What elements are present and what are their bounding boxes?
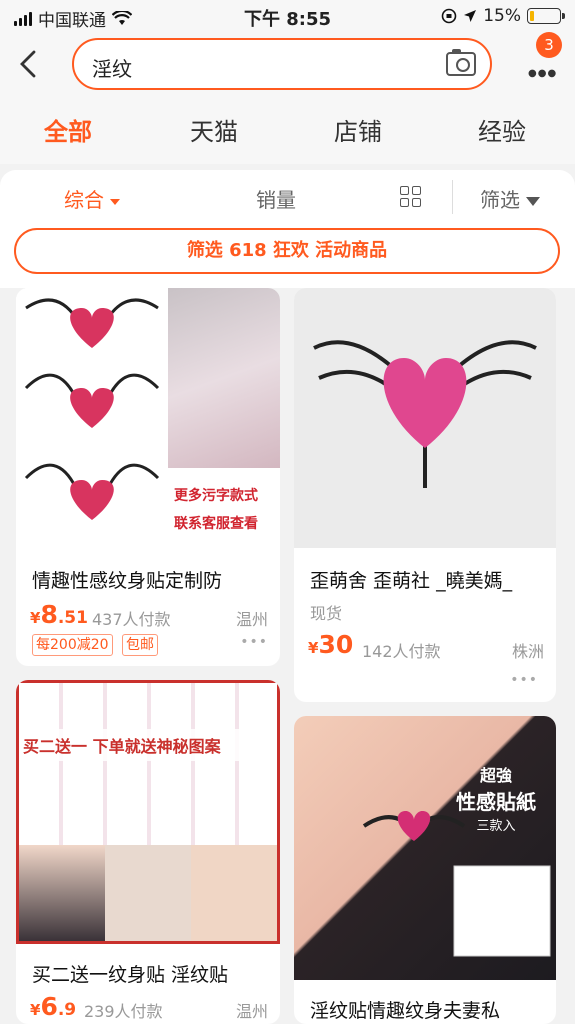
battery-icon [527,8,565,24]
product-image: 超強 性感貼紙 三款入 [294,716,556,980]
search-header: 淫纹 ●●● 3 [0,32,575,100]
tab-all[interactable]: 全部 [44,112,92,147]
overlay-line: 更多污字款式 [174,488,258,504]
sort-sales[interactable]: 销量 [256,184,296,213]
more-icon[interactable]: ••• [510,672,538,688]
price-dec: .9 [57,1000,77,1020]
product-image [294,288,556,548]
price-int: 6 [40,992,58,1021]
overlay-line: 联系客服查看 [174,516,258,532]
free-shipping-tag: 包邮 [122,634,158,656]
funnel-icon [526,197,540,206]
product-location: 株洲 [511,642,544,661]
sort-default-label: 综合 [64,188,104,212]
product-image: 更多污字款式 联系客服查看 [16,288,280,546]
product-location: 温州 [235,610,268,629]
more-icon[interactable]: ••• [240,634,268,650]
image-overlay-text: 更多污字款式 联系客服查看 [174,482,258,538]
sold-count: 239人付款 [84,1002,163,1021]
sort-default[interactable]: 综合 [64,184,120,213]
back-button[interactable] [16,46,46,82]
more-button[interactable]: ●●● 3 [522,32,562,84]
divider [452,180,453,214]
search-query: 淫纹 [92,57,132,81]
category-tabs: 全部 天猫 店铺 经验 [0,100,575,164]
tattoo-illustration [362,811,551,957]
price-int: 30 [318,630,354,659]
promo-filter-button[interactable]: 筛选 618 狂欢 活动商品 [14,228,560,274]
price-int: 8 [40,600,58,629]
tab-tmall[interactable]: 天猫 [190,112,238,147]
orientation-lock-icon [441,8,457,24]
sold-count: 437人付款 [92,610,171,629]
location-arrow-icon [464,10,477,22]
product-title: 情趣性感纹身贴定制防 [32,570,223,592]
product-price: ¥6.9 [30,992,77,1021]
caret-down-icon [110,198,120,205]
tab-shops[interactable]: 店铺 [334,112,382,147]
filter-button[interactable]: 筛选 [480,184,540,213]
chevron-left-icon [20,50,36,78]
camera-icon[interactable] [446,49,476,76]
product-location: 温州 [235,1002,268,1021]
product-title: 淫纹贴情趣纹身夫妻私 [310,1000,501,1022]
product-card[interactable]: 更多污字款式 联系客服查看 情趣性感纹身贴定制防 ¥8.51 437人付款 温州… [16,288,280,666]
tab-experience[interactable]: 经验 [478,112,526,147]
battery-percent: 15% [483,6,521,26]
price-dec: .51 [57,608,88,628]
product-price: ¥30 [308,630,354,659]
cart-badge: 3 [536,32,562,58]
availability: 现货 [310,604,343,623]
product-card[interactable]: 歪萌舍 歪萌社 _曉美媽_ 现货 ¥30 142人付款 株洲 ••• [294,288,556,702]
heart-tattoo-illustration [24,298,160,520]
winged-heart-illustration [313,340,537,488]
product-card[interactable]: 买二送一 下单就送神秘图案 买二送一纹身贴 淫纹贴 ¥6.9 239人付款 温州 [16,680,280,1024]
search-input[interactable]: 淫纹 [72,38,492,90]
product-card[interactable]: 超強 性感貼紙 三款入 淫纹贴情趣纹身夫妻私 [294,716,556,1024]
sold-count: 142人付款 [362,642,441,661]
status-bar: 中国联通 下午 8:55 15% [0,0,575,32]
filter-label: 筛选 [480,188,520,212]
image-overlay-text: 买二送一 下单就送神秘图案 [23,737,221,756]
product-title: 歪萌舍 歪萌社 _曉美媽_ [310,570,513,592]
grid-view-icon[interactable] [400,186,422,208]
discount-tag: 每200减20 [32,634,113,656]
product-title: 买二送一纹身贴 淫纹贴 [32,964,229,986]
product-image: 买二送一 下单就送神秘图案 [16,680,280,944]
more-icon: ●●● [528,68,558,79]
product-price: ¥8.51 [30,600,88,629]
